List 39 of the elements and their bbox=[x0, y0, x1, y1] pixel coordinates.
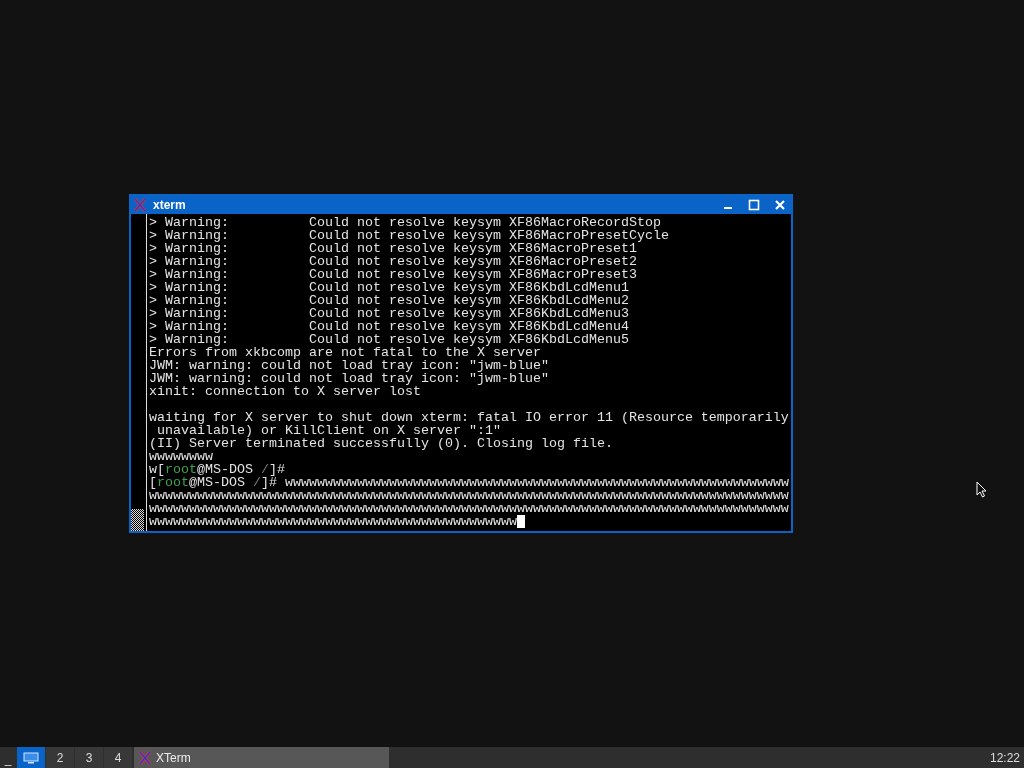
terminal-line: > Warning: Could not resolve keysym XF86KbdLcdMenu1 bbox=[149, 281, 629, 294]
terminal-line: > Warning: Could not resolve keysym XF86MacroPreset2 bbox=[149, 255, 637, 268]
task-button[interactable]: XTerm bbox=[134, 747, 389, 768]
workspace-button[interactable]: 3 bbox=[75, 747, 103, 768]
terminal-line: xinit: connection to X server lost bbox=[149, 385, 421, 398]
show-desktop-button[interactable]: _ bbox=[0, 747, 16, 768]
terminal-line: > Warning: Could not resolve keysym XF86MacroPreset3 bbox=[149, 268, 637, 281]
terminal-line: wwwwwwww bbox=[149, 450, 213, 463]
scrollbar[interactable] bbox=[131, 214, 147, 531]
workspace-button[interactable]: 4 bbox=[104, 747, 132, 768]
mouse-pointer-icon bbox=[976, 481, 987, 498]
window-title: xterm bbox=[153, 199, 186, 211]
clock: 12:22 bbox=[989, 749, 1021, 767]
x-logo-icon bbox=[133, 198, 147, 212]
terminal-line: w[root@MS-DOS /]# bbox=[149, 463, 285, 476]
workspace-button[interactable]: 2 bbox=[46, 747, 74, 768]
terminal-line: JWM: warning: could not load tray icon: "jwm-blue" bbox=[149, 359, 549, 372]
terminal-line: unavailable) or KillClient on X server ":1" bbox=[157, 424, 501, 437]
terminal-line: > Warning: Could not resolve keysym XF86MacroRecordStop bbox=[149, 216, 661, 229]
close-icon[interactable] bbox=[774, 199, 786, 211]
terminal-line: > Warning: Could not resolve keysym XF86KbdLcdMenu3 bbox=[149, 307, 629, 320]
terminal-line: > Warning: Could not resolve keysym XF86MacroPresetCycle bbox=[149, 229, 669, 242]
scrollbar-thumb[interactable] bbox=[131, 509, 144, 531]
x-logo-icon bbox=[138, 750, 152, 765]
workspace-button[interactable] bbox=[17, 747, 45, 768]
terminal-line: > Warning: Could not resolve keysym XF86KbdLcdMenu2 bbox=[149, 294, 629, 307]
terminal-line: wwwwwwwwwwwwwwwwwwwwwwwwwwwwwwwwwwwwwwwwwwwwwwwwwwwwwwwwwwwwwwwwwwwwwwwwwwwwwwww bbox=[149, 489, 789, 502]
terminal-line: Errors from xkbcomp are not fatal to the X server bbox=[149, 346, 541, 359]
terminal-line: waiting for X server to shut down xterm: fatal IO error 11 (Resource temporarily bbox=[149, 411, 789, 424]
terminal-line: JWM: warning: could not load tray icon: "jwm-blue" bbox=[149, 372, 549, 385]
terminal-line: wwwwwwwwwwwwwwwwwwwwwwwwwwwwwwwwwwwwwwwwwwwwwwwwwwwwwwwwwwwwwwwwwwwwwwwwwwwwwwww bbox=[149, 502, 789, 515]
terminal-line: > Warning: Could not resolve keysym XF86KbdLcdMenu5 bbox=[149, 333, 629, 346]
monitor-icon bbox=[23, 751, 39, 764]
terminal-line: wwwwwwwwwwwwwwwwwwwwwwwwwwwwwwwwwwwwwwwwwwwwww bbox=[149, 515, 517, 528]
maximize-icon[interactable] bbox=[748, 199, 760, 211]
terminal-line: > Warning: Could not resolve keysym XF86MacroPreset1 bbox=[149, 242, 637, 255]
terminal-line: [root@MS-DOS /]# wwwwwwwwwwwwwwwwwwwwwwwwwwwwwwwwwwwwwwwwwwwwwwwwwwwwwwwwwwwwwww bbox=[149, 476, 789, 489]
terminal-line: > Warning: Could not resolve keysym XF86KbdLcdMenu4 bbox=[149, 320, 629, 333]
terminal-line: (II) Server terminated successfully (0). Closing log file. bbox=[149, 437, 613, 450]
